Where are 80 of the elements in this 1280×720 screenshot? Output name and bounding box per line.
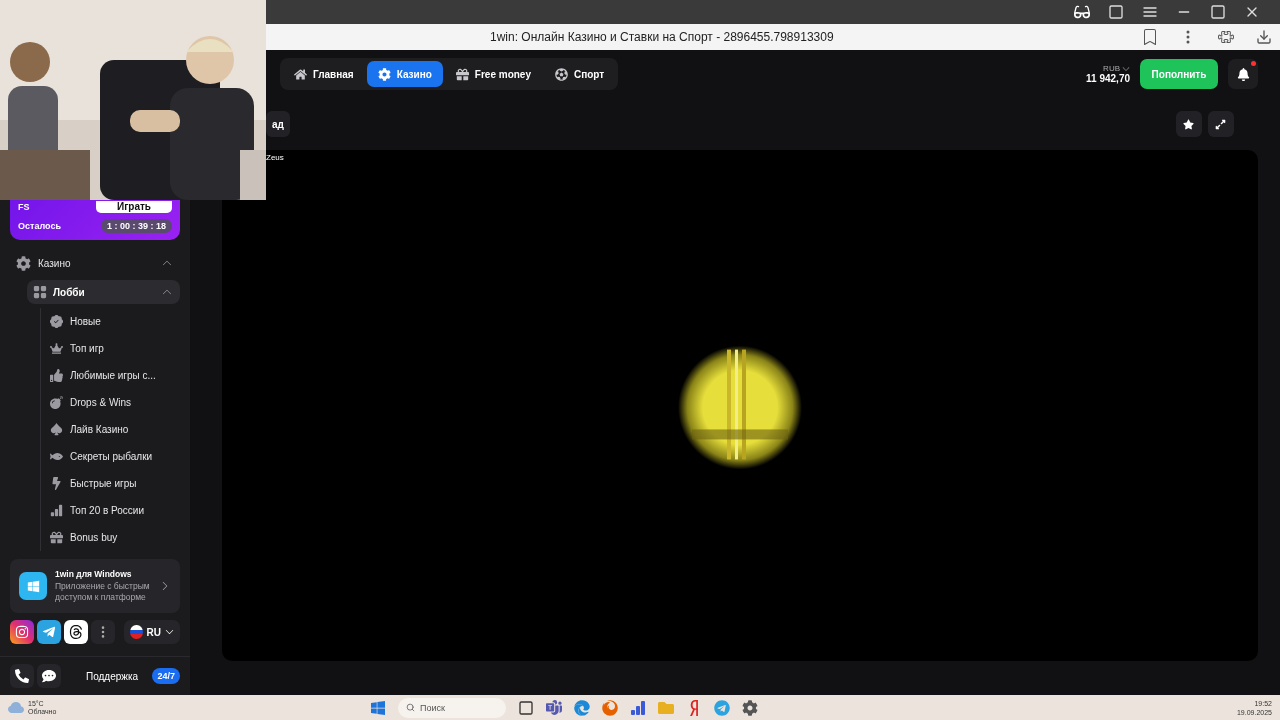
menu-item-icon <box>50 315 63 328</box>
windows-icon <box>19 572 47 600</box>
download-icon[interactable] <box>1256 29 1272 45</box>
phone-icon[interactable] <box>10 664 34 688</box>
more-icon[interactable] <box>91 620 115 644</box>
chevron-icon <box>162 287 172 297</box>
app-title: 1win для Windows <box>55 569 133 579</box>
menu-item-icon <box>50 477 63 490</box>
page-title: 1win: Онлайн Казино и Ставки на Спорт - 2896455.798913309 <box>490 30 834 44</box>
menu-item-icon <box>50 504 63 517</box>
fullscreen-button[interactable] <box>1207 111 1234 137</box>
bell-icon <box>1236 67 1250 81</box>
menu-item[interactable]: Любимые игры с... <box>41 362 180 389</box>
chevron-icon <box>165 627 174 637</box>
puzzle-icon[interactable] <box>1218 29 1234 45</box>
taskbar-search[interactable]: Поиск <box>398 697 506 718</box>
menu-item[interactable]: Лайв Казино <box>41 416 180 443</box>
edge-icon[interactable] <box>574 699 590 716</box>
menu-item[interactable]: Топ игр <box>41 335 180 362</box>
nav-icon <box>455 67 469 81</box>
menu-item-icon <box>50 423 63 436</box>
menu-item-icon <box>50 531 63 544</box>
chart-icon[interactable] <box>630 699 646 716</box>
chevron-icon <box>162 258 172 268</box>
restore-icon[interactable] <box>1210 4 1226 20</box>
menu-item[interactable]: Bonus buy <box>41 524 180 551</box>
bookmark-icon[interactable] <box>1142 29 1158 45</box>
menu-item[interactable]: Drops & Wins <box>41 389 180 416</box>
menu-icon[interactable] <box>1142 4 1158 20</box>
telegram-icon[interactable] <box>37 620 61 644</box>
menu-item-icon <box>50 396 63 409</box>
currency-select[interactable]: RUB <box>1103 64 1130 73</box>
play-button[interactable]: Играть <box>96 201 172 213</box>
firefox-icon[interactable] <box>602 699 618 716</box>
app-description: Приложение с быстрым доступом к платформе <box>55 581 151 603</box>
nav-icon <box>555 67 568 81</box>
menu-item-icon <box>50 450 63 463</box>
search-placeholder: Поиск <box>420 702 445 713</box>
nav-icon <box>377 67 391 81</box>
menu-item-icon <box>50 369 63 382</box>
game-title: Zeus <box>266 153 284 162</box>
search-icon <box>406 703 415 712</box>
teams-icon[interactable] <box>546 699 562 716</box>
app-card[interactable]: 1win для Windows Приложение с быстрым доступом к платформе <box>10 559 180 613</box>
nav-tab[interactable]: Главная <box>283 61 365 87</box>
language-select[interactable]: RU <box>124 620 180 644</box>
promo-label: FS <box>18 202 30 212</box>
threads-icon[interactable] <box>64 620 88 644</box>
support-badge: 24/7 <box>152 668 180 684</box>
menu-item[interactable]: Быстрые игры <box>41 470 180 497</box>
menu-item[interactable]: Новые <box>41 308 180 335</box>
nav-tab[interactable]: Спорт <box>544 61 616 87</box>
tabs-icon[interactable] <box>1108 4 1124 20</box>
countdown-timer: 1 : 00 : 39 : 18 <box>100 219 172 233</box>
flag-icon <box>130 625 143 639</box>
gear-icon[interactable] <box>742 699 758 716</box>
menu-item[interactable]: Секреты рыбалки <box>41 443 180 470</box>
remaining-label: Осталось <box>18 221 61 231</box>
support-label[interactable]: Поддержка <box>86 670 150 682</box>
nav-tab[interactable]: Free money <box>444 61 542 87</box>
nav-icon <box>294 67 307 81</box>
notifications-button[interactable] <box>1228 59 1258 89</box>
favorite-button[interactable] <box>1175 111 1202 137</box>
start-icon[interactable] <box>370 699 386 716</box>
back-button[interactable]: ад <box>266 111 290 137</box>
balance-amount: 11 942,70 <box>1086 73 1130 84</box>
menu-item[interactable]: Лобби <box>27 280 180 304</box>
gear-icon <box>16 255 31 271</box>
star-icon <box>1183 118 1195 130</box>
glasses-icon[interactable] <box>1074 4 1090 20</box>
grid-icon <box>33 285 47 299</box>
chat-icon[interactable] <box>37 664 61 688</box>
instagram-icon[interactable] <box>10 620 34 644</box>
expand-icon <box>1215 118 1227 130</box>
chevron-icon <box>160 581 170 591</box>
menu-item[interactable]: Казино <box>10 252 180 274</box>
window-icon[interactable] <box>518 699 534 716</box>
menu-item[interactable]: Топ 20 в России <box>41 497 180 524</box>
menu-item-icon <box>50 342 63 355</box>
nav-tab[interactable]: Казино <box>366 61 443 87</box>
